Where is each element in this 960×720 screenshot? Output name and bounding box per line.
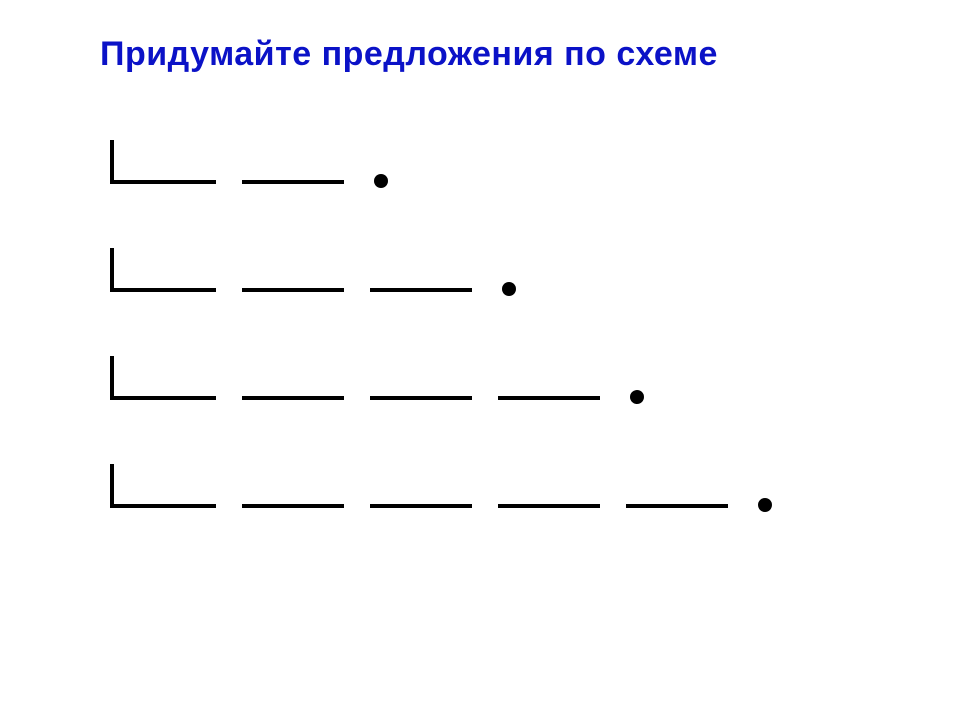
word-slot bbox=[242, 180, 344, 184]
scheme-row bbox=[110, 356, 772, 400]
period-icon bbox=[630, 390, 644, 404]
capital-word-slot bbox=[110, 140, 216, 184]
scheme-row bbox=[110, 464, 772, 508]
word-slot bbox=[498, 504, 600, 508]
capital-word-slot bbox=[110, 356, 216, 400]
word-slot bbox=[242, 288, 344, 292]
capital-word-slot bbox=[110, 248, 216, 292]
word-slot bbox=[370, 288, 472, 292]
word-slot bbox=[242, 504, 344, 508]
word-slot bbox=[242, 396, 344, 400]
capital-word-slot bbox=[110, 464, 216, 508]
period-icon bbox=[374, 174, 388, 188]
period-icon bbox=[502, 282, 516, 296]
page-title: Придумайте предложения по схеме bbox=[100, 35, 718, 74]
word-slot bbox=[626, 504, 728, 508]
word-slot bbox=[498, 396, 600, 400]
word-slot bbox=[370, 504, 472, 508]
scheme-row bbox=[110, 140, 772, 184]
scheme-row bbox=[110, 248, 772, 292]
scheme-list bbox=[110, 140, 772, 572]
period-icon bbox=[758, 498, 772, 512]
word-slot bbox=[370, 396, 472, 400]
